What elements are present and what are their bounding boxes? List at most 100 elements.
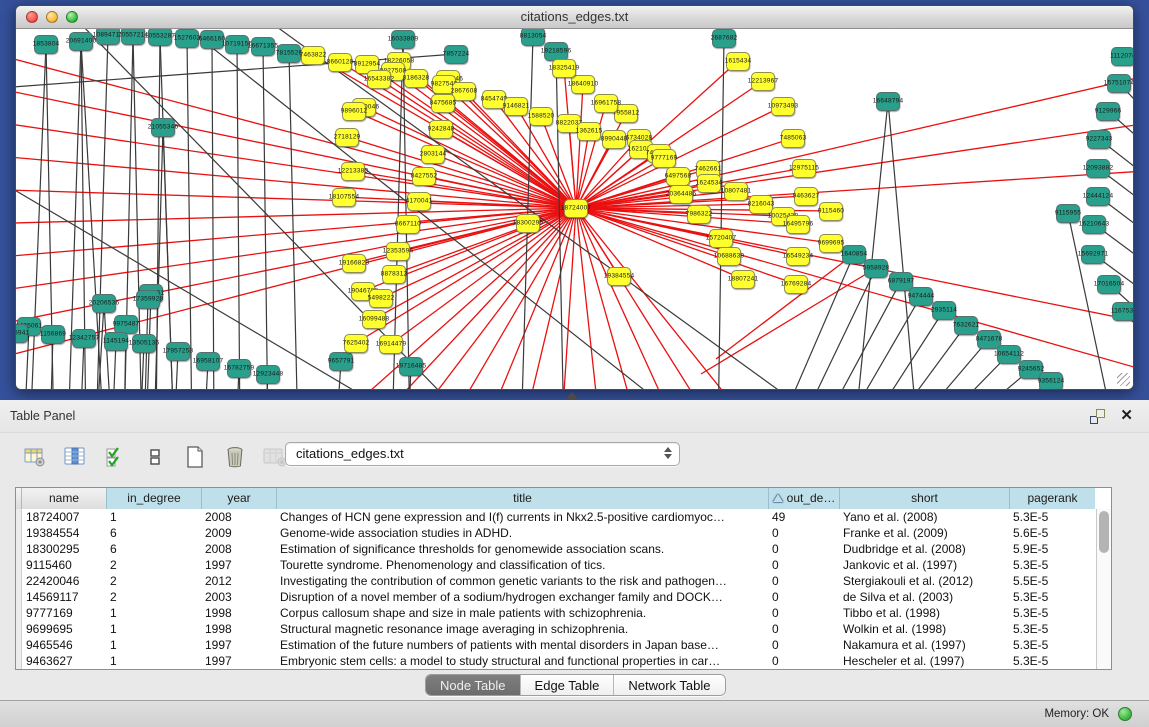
table-cell[interactable]: Structural magnetic resonance image aver… — [276, 621, 768, 637]
delete-table-icon[interactable] — [222, 444, 248, 470]
row-height-icon[interactable] — [142, 444, 168, 470]
graph-node[interactable]: 16782759 — [227, 359, 251, 378]
graph-node[interactable]: 2687682 — [712, 29, 736, 48]
table-cell[interactable]: 2008 — [201, 509, 276, 525]
graph-node[interactable]: 10688639 — [717, 247, 741, 266]
scrollbar-thumb[interactable] — [1099, 511, 1109, 553]
graph-node[interactable]: 2935114 — [932, 301, 956, 320]
graph-node[interactable]: 9356124 — [1039, 372, 1063, 390]
graph-node[interactable]: 8660128 — [328, 53, 352, 72]
graph-node[interactable]: 8990448 — [602, 130, 626, 149]
graph-node[interactable]: 7815526 — [277, 44, 301, 63]
table-selector-dropdown[interactable]: citations_edges.txt — [285, 442, 680, 466]
table-row[interactable]: 946554611997Estimation of the future num… — [16, 637, 1111, 653]
graph-node[interactable]: 20364486 — [669, 185, 693, 204]
close-panel-icon[interactable]: ✕ — [1120, 406, 1133, 424]
table-cell[interactable]: 1 — [106, 653, 201, 669]
table-cell[interactable]: 0 — [768, 557, 839, 573]
table-cell[interactable]: Yano et al. (2008) — [839, 509, 1009, 525]
table-cell[interactable]: 18724007 — [22, 509, 106, 525]
graph-node[interactable]: 17957253 — [166, 342, 190, 361]
table-row[interactable]: 946362711997Embryonic stem cells: a mode… — [16, 653, 1111, 669]
graph-node[interactable]: 5498222 — [369, 289, 393, 308]
graph-node[interactable]: 7485063 — [781, 129, 805, 148]
graph-node[interactable]: 10973493 — [771, 97, 795, 116]
table-row[interactable]: 977716911998Corpus callosum shape and si… — [16, 605, 1111, 621]
table-options-icon[interactable] — [22, 444, 48, 470]
graph-node[interactable]: 21055346 — [151, 118, 175, 137]
graph-node[interactable]: 1362615 — [577, 122, 601, 141]
graph-node[interactable]: 9657791 — [329, 352, 353, 371]
graph-node[interactable]: 10719155 — [225, 35, 249, 54]
network-canvas[interactable]: 1853804206914061089471720557214105532871… — [16, 29, 1133, 389]
table-cell[interactable]: Hescheler et al. (1997) — [839, 653, 1009, 669]
table-cell[interactable]: Genome-wide association studies in ADHD. — [276, 525, 768, 541]
graph-node[interactable]: 9115955 — [1056, 204, 1080, 223]
graph-node[interactable]: 18640910 — [571, 75, 595, 94]
table-cell[interactable]: Investigating the contribution of common… — [276, 573, 768, 589]
graph-node[interactable]: 8475685 — [431, 94, 455, 113]
table-cell[interactable]: 0 — [768, 621, 839, 637]
table-cell[interactable]: 0 — [768, 653, 839, 669]
table-cell[interactable]: Stergiakouli et al. (2012) — [839, 573, 1009, 589]
graph-node[interactable]: 12213967 — [751, 72, 775, 91]
graph-node[interactable]: 10807481 — [724, 182, 748, 201]
table-row[interactable]: 1872400712008Changes of HCN gene express… — [16, 509, 1111, 525]
table-cell[interactable]: 9465546 — [22, 637, 106, 653]
table-cell[interactable]: 1997 — [201, 637, 276, 653]
graph-node[interactable]: 9896012 — [342, 102, 366, 121]
table-cell[interactable]: 2 — [106, 589, 201, 605]
graph-node[interactable]: 8216043 — [749, 195, 773, 214]
table-cell[interactable]: 2 — [106, 573, 201, 589]
table-row[interactable]: 2242004622012Investigating the contribut… — [16, 573, 1111, 589]
splitter-handle[interactable] — [566, 392, 578, 399]
table-cell[interactable]: Dudbridge et al. (2008) — [839, 541, 1009, 557]
graph-node[interactable]: 1145194 — [104, 332, 128, 351]
table-cell[interactable]: 6 — [106, 541, 201, 557]
graph-node[interactable]: 17359928 — [136, 290, 160, 309]
table-cell[interactable]: 9777169 — [22, 605, 106, 621]
table-cell[interactable]: 9463627 — [22, 653, 106, 669]
graph-node[interactable]: 16769284 — [784, 275, 808, 294]
table-cell[interactable]: 49 — [768, 509, 839, 525]
graph-node[interactable]: 12353594 — [386, 242, 410, 261]
graph-node[interactable]: 9227343 — [1087, 130, 1111, 149]
new-table-icon[interactable] — [182, 444, 208, 470]
table-cell[interactable]: Corpus callosum shape and size in male p… — [276, 605, 768, 621]
graph-node[interactable]: 8186328 — [404, 69, 428, 88]
graph-node[interactable]: 10894717 — [96, 29, 120, 45]
graph-node[interactable]: 10654112 — [997, 345, 1021, 364]
table-cell[interactable]: 1 — [106, 637, 201, 653]
graph-node[interactable]: 12444124 — [1086, 187, 1110, 206]
table-cell[interactable]: Estimation of the future numbers of pati… — [276, 637, 768, 653]
graph-node[interactable]: 16543382 — [367, 70, 391, 89]
table-cell[interactable]: 0 — [768, 541, 839, 557]
graph-node[interactable]: 2867608 — [452, 82, 476, 101]
graph-node[interactable]: 1853804 — [34, 35, 58, 54]
graph-node[interactable]: 1156869 — [41, 325, 65, 344]
table-cell[interactable]: 5.5E-5 — [1009, 573, 1095, 589]
column-header-year[interactable]: year — [201, 488, 276, 509]
graph-node[interactable]: 8667110 — [396, 215, 420, 234]
graph-node[interactable]: 2803144 — [421, 145, 445, 164]
table-row[interactable]: 1938455462009Genome-wide association stu… — [16, 525, 1111, 541]
table-cell[interactable]: Jankovic et al. (1997) — [839, 557, 1009, 573]
table-cell[interactable]: 1997 — [201, 653, 276, 669]
select-all-icon[interactable] — [102, 444, 128, 470]
table-cell[interactable]: Changes of HCN gene expression and I(f) … — [276, 509, 768, 525]
table-cell[interactable]: 0 — [768, 637, 839, 653]
graph-node[interactable]: 1615434 — [726, 52, 750, 71]
table-cell[interactable]: 5.3E-5 — [1009, 557, 1095, 573]
graph-node[interactable]: 20557214 — [121, 29, 145, 45]
graph-node[interactable]: 1624534 — [697, 174, 721, 193]
table-cell[interactable]: 2003 — [201, 589, 276, 605]
graph-node[interactable]: 16549234 — [786, 247, 810, 266]
graph-node[interactable]: 9242848 — [429, 120, 453, 139]
table-cell[interactable]: 5.3E-5 — [1009, 621, 1095, 637]
graph-node[interactable]: 9129966 — [1096, 102, 1120, 121]
graph-node[interactable]: 9474444 — [909, 287, 933, 306]
table-cell[interactable]: Tibbo et al. (1998) — [839, 605, 1009, 621]
table-cell[interactable]: Nakamura et al. (1997) — [839, 637, 1009, 653]
graph-node[interactable]: 8878312 — [382, 265, 406, 284]
table-cell[interactable]: 1997 — [201, 557, 276, 573]
